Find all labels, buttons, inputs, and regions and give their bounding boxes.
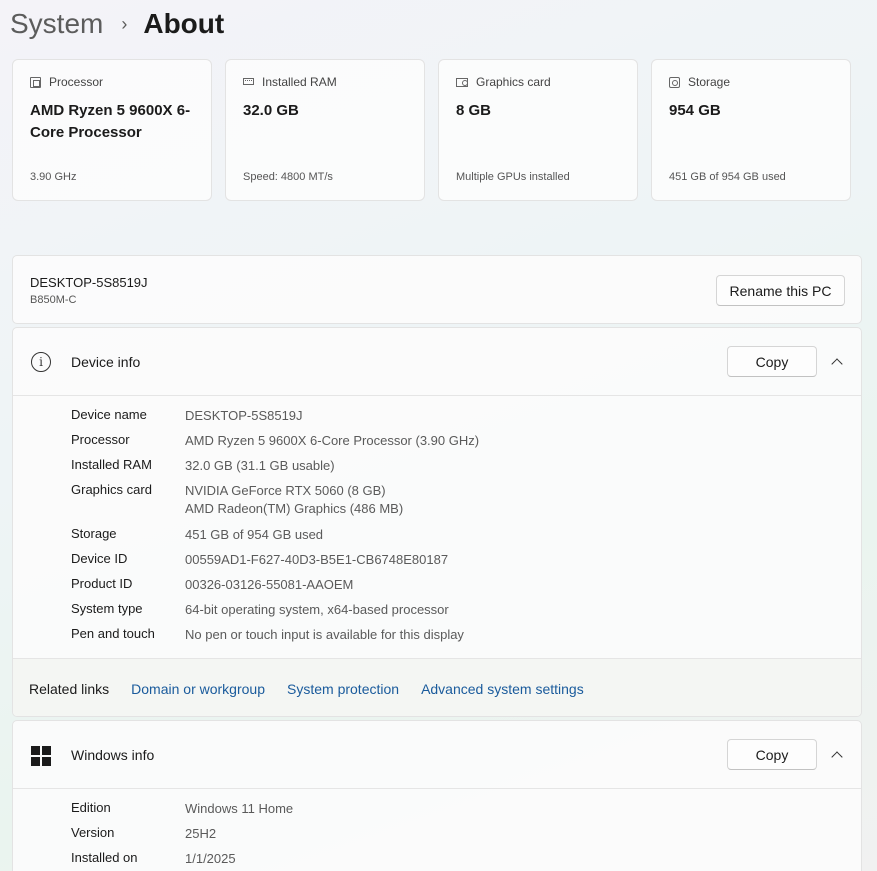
spec-label: Installed RAM (71, 457, 152, 472)
spec-row: System type 64-bit operating system, x64… (71, 601, 449, 619)
windows-logo-icon (31, 746, 51, 766)
spec-value: DESKTOP-5S8519J (185, 408, 303, 423)
storage-card: Storage 954 GB 451 GB of 954 GB used (651, 59, 851, 201)
domain-or-workgroup-link[interactable]: Domain or workgroup (131, 681, 265, 697)
spec-label: Edition (71, 800, 111, 815)
card-title: Processor (49, 75, 104, 89)
page-title: About (143, 8, 225, 39)
spec-label: Device name (71, 407, 147, 422)
pc-name: DESKTOP-5S8519J (30, 275, 148, 290)
spec-label: Product ID (71, 576, 133, 591)
advanced-system-settings-link[interactable]: Advanced system settings (421, 681, 584, 697)
processor-icon (30, 76, 41, 88)
card-value: 954 GB (669, 102, 721, 119)
card-title: Installed RAM (262, 75, 337, 89)
spec-row: Product ID 00326-03126-55081-AAOEM (71, 576, 353, 594)
copy-device-info-button[interactable]: Copy (727, 346, 817, 377)
card-title: Graphics card (476, 75, 551, 89)
pc-name-panel: DESKTOP-5S8519J B850M-C Rename this PC (12, 255, 862, 324)
card-value: 32.0 GB (243, 102, 299, 119)
spec-value: AMD Ryzen 5 9600X 6-Core Processor (3.90… (185, 433, 480, 448)
storage-icon (669, 76, 680, 88)
spec-value: No pen or touch input is available for t… (185, 627, 464, 642)
spec-label: Storage (71, 526, 117, 541)
spec-row: Processor AMD Ryzen 5 9600X 6-Core Proce… (71, 432, 479, 450)
spec-row: Installed RAM 32.0 GB (31.1 GB usable) (71, 457, 335, 475)
device-info-header[interactable]: i Device info Copy (13, 328, 861, 396)
windows-info-panel: Windows info Copy Edition Windows 11 Hom… (12, 720, 862, 871)
spec-label: Pen and touch (71, 626, 155, 641)
card-subtext: 3.90 GHz (30, 171, 77, 183)
spec-value: 00326-03126-55081-AAOEM (185, 577, 354, 592)
spec-row: Graphics card NVIDIA GeForce RTX 5060 (8… (71, 482, 403, 518)
ram-icon (243, 77, 254, 85)
card-subtext: Speed: 4800 MT/s (243, 171, 333, 183)
spec-label: Processor (71, 432, 130, 447)
spec-row: Device name DESKTOP-5S8519J (71, 407, 303, 425)
spec-label: Installed on (71, 850, 138, 865)
rename-pc-button[interactable]: Rename this PC (716, 275, 845, 306)
related-links: Related links Domain or workgroup System… (13, 658, 861, 716)
section-title: Windows info (71, 747, 155, 763)
spec-row: Version 25H2 (71, 825, 216, 843)
chevron-right-icon: › (121, 13, 128, 34)
spec-label: Device ID (71, 551, 128, 566)
spec-value: 00559AD1-F627-40D3-B5E1-CB6748E80187 (185, 552, 449, 567)
graphics-card-icon (456, 77, 468, 87)
copy-windows-info-button[interactable]: Copy (727, 739, 817, 770)
spec-row: Pen and touch No pen or touch input is a… (71, 626, 464, 644)
ram-card: Installed RAM 32.0 GB Speed: 4800 MT/s (225, 59, 425, 201)
card-value: AMD Ryzen 5 9600X 6-Core Processor (30, 102, 191, 141)
spec-value: 64-bit operating system, x64-based proce… (185, 602, 449, 617)
spec-value: 25H2 (185, 826, 217, 841)
system-protection-link[interactable]: System protection (287, 681, 399, 697)
spec-value: NVIDIA GeForce RTX 5060 (8 GB) (185, 483, 386, 498)
spec-value: Windows 11 Home (185, 801, 294, 816)
related-links-title: Related links (29, 680, 110, 697)
breadcrumb: System › About (10, 4, 224, 44)
spec-label: Graphics card (71, 482, 152, 497)
breadcrumb-system-link[interactable]: System (10, 8, 103, 40)
spec-row: Installed on 1/1/2025 (71, 850, 236, 868)
chevron-up-icon[interactable] (827, 745, 847, 765)
card-subtext: 451 GB of 954 GB used (669, 171, 786, 183)
device-info-panel: i Device info Copy Device name DESKTOP-5… (12, 327, 862, 717)
spec-value: 1/1/2025 (185, 851, 236, 866)
spec-row: Edition Windows 11 Home (71, 800, 293, 818)
spec-value: AMD Radeon(TM) Graphics (486 MB) (185, 501, 404, 516)
pc-model: B850M-C (30, 294, 77, 306)
card-value: 8 GB (456, 102, 492, 119)
spec-label: Version (71, 825, 115, 840)
card-subtext: Multiple GPUs installed (456, 171, 570, 183)
spec-label: System type (71, 601, 143, 616)
spec-value: 451 GB of 954 GB used (185, 527, 324, 542)
spec-value: 32.0 GB (31.1 GB usable) (185, 458, 335, 473)
spec-cards: Processor AMD Ryzen 5 9600X 6-Core Proce… (12, 59, 851, 201)
chevron-up-icon[interactable] (827, 352, 847, 372)
graphics-card-card: Graphics card 8 GB Multiple GPUs install… (438, 59, 638, 201)
section-title: Device info (71, 354, 141, 370)
windows-info-header[interactable]: Windows info Copy (13, 721, 861, 789)
info-icon: i (31, 352, 51, 372)
spec-row: Device ID 00559AD1-F627-40D3-B5E1-CB6748… (71, 551, 448, 569)
spec-row: Storage 451 GB of 954 GB used (71, 526, 323, 544)
processor-card: Processor AMD Ryzen 5 9600X 6-Core Proce… (12, 59, 212, 201)
card-title: Storage (688, 75, 731, 89)
